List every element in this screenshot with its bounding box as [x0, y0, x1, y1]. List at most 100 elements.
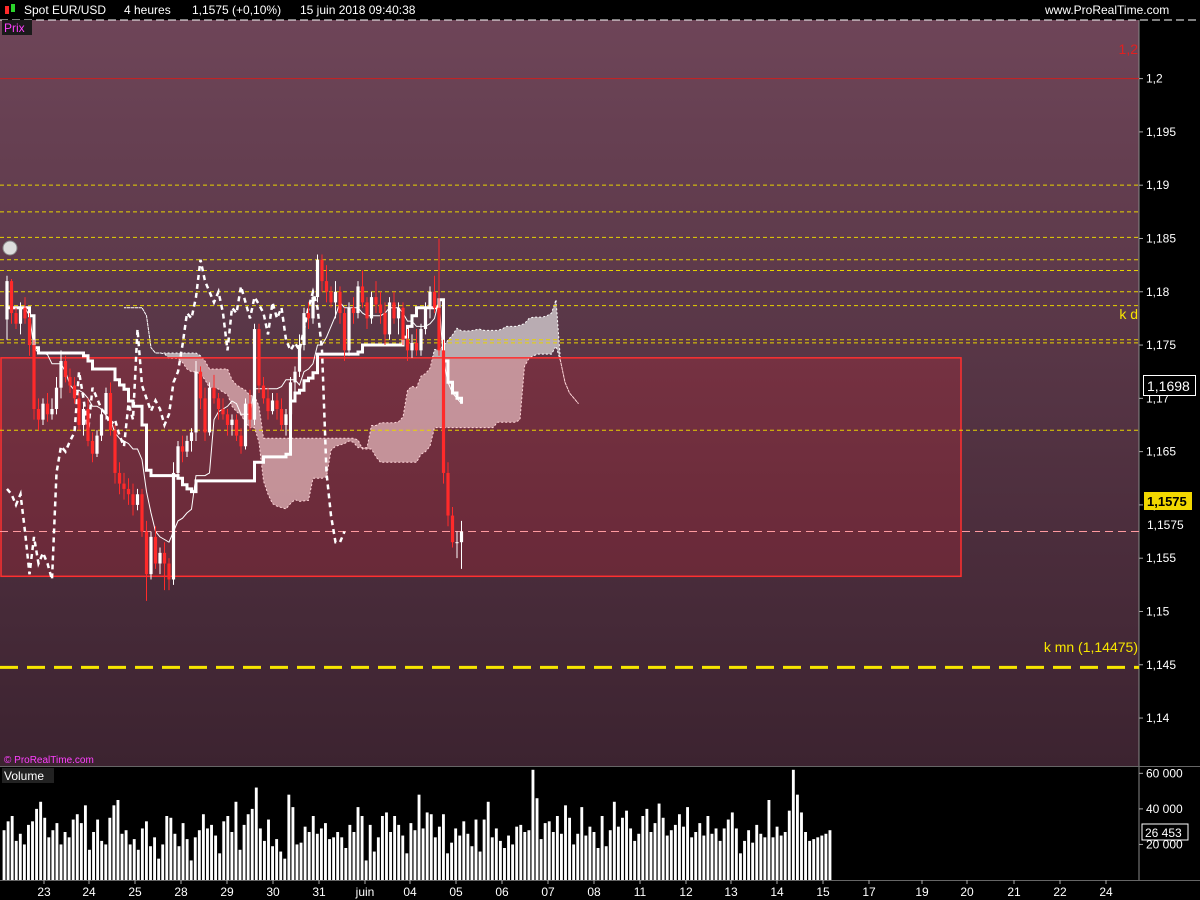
volume-bar	[177, 846, 181, 880]
candle-body	[158, 552, 162, 564]
time-tick-label: 06	[495, 885, 509, 899]
volume-bar	[568, 817, 572, 880]
candle-body	[117, 472, 122, 484]
candle-body	[126, 488, 131, 495]
candle-body	[86, 408, 90, 441]
volume-bar	[262, 840, 266, 880]
volume-bar	[629, 828, 633, 880]
candle-body	[288, 382, 293, 415]
volume-bar	[706, 816, 710, 880]
price-tick-label: 1,165	[1146, 445, 1176, 459]
volume-bar	[39, 801, 43, 880]
price-chart[interactable]: 1,21,1951,191,1851,181,1751,171,1651,161…	[0, 0, 1200, 900]
volume-bar	[661, 817, 665, 880]
price-tick-label: 1,185	[1146, 231, 1176, 245]
volume-bar	[360, 816, 364, 880]
candle-body	[99, 414, 104, 436]
volume-bar	[210, 824, 213, 880]
volume-bar	[739, 853, 742, 880]
volume-bar	[258, 828, 262, 880]
volume-bar	[181, 823, 185, 880]
volume-bar	[222, 821, 226, 880]
volume-bar	[246, 814, 250, 880]
volume-bar	[10, 816, 14, 880]
time-tick-label: 21	[1007, 885, 1021, 899]
volume-bar	[55, 823, 59, 880]
volume-bar	[303, 826, 307, 880]
volume-bar	[507, 835, 510, 880]
volume-bar	[771, 837, 775, 880]
time-tick-label: 14	[770, 885, 784, 899]
last-price-tag: 1,1575	[1144, 492, 1192, 510]
candle-body	[185, 440, 189, 452]
volume-bar	[494, 828, 498, 880]
price-tick-label: 1,155	[1146, 551, 1176, 565]
volume-bar	[608, 830, 612, 880]
svg-text:1,1575: 1,1575	[1147, 518, 1184, 532]
svg-text:1,1575: 1,1575	[1147, 494, 1187, 509]
volume-bar	[6, 821, 10, 880]
volume-bar	[14, 840, 18, 880]
volume-bar	[596, 848, 600, 880]
volume-bar	[425, 812, 429, 880]
volume-bar	[722, 828, 726, 880]
candle-body	[351, 307, 356, 314]
price-tick-label: 1,195	[1146, 125, 1176, 139]
volume-bar	[747, 830, 751, 880]
candle-body	[108, 393, 113, 431]
volume-bar	[637, 833, 641, 880]
volume-bar	[490, 837, 494, 880]
volume-bar	[539, 839, 543, 880]
candle-body	[23, 307, 27, 319]
volume-bar	[580, 807, 584, 880]
volume-bar	[527, 830, 531, 880]
volume-bar	[43, 817, 47, 880]
volume-bar	[226, 816, 230, 880]
candle-body	[320, 259, 324, 282]
candle-body	[144, 531, 149, 575]
candle-body	[324, 281, 329, 292]
volume-bar	[702, 835, 706, 880]
volume-bar	[560, 833, 563, 880]
volume-bar	[763, 837, 767, 880]
candle-body	[167, 563, 171, 580]
candle	[194, 361, 198, 441]
volume-bar	[189, 860, 193, 880]
candle-body	[279, 408, 284, 425]
volume-bar	[31, 821, 34, 880]
volume-bar	[393, 816, 397, 880]
volume-bar	[59, 844, 63, 880]
volume-bar	[140, 828, 144, 880]
candle-body	[419, 329, 423, 351]
volume-bar	[67, 837, 71, 880]
volume-bar	[100, 840, 104, 880]
candle-body	[68, 377, 72, 386]
candle-body	[221, 408, 225, 415]
time-tick-label: 04	[403, 885, 417, 899]
volume-bar	[503, 848, 506, 880]
candle-body	[383, 313, 387, 335]
volume-bar	[421, 828, 425, 880]
volume-bar	[519, 824, 523, 880]
volume-bar	[397, 824, 401, 880]
volume-bar	[804, 832, 807, 880]
volume-bar	[389, 832, 392, 880]
volume-bar	[307, 832, 311, 880]
volume-bar	[372, 851, 376, 880]
volume-bar	[734, 828, 738, 880]
candle-body	[131, 494, 135, 505]
volume-bar	[767, 800, 771, 880]
time-tick-label: 25	[128, 885, 142, 899]
volume-bar	[466, 833, 470, 880]
level-label-1-2: 1,2	[1119, 41, 1139, 57]
volume-bar	[791, 769, 795, 880]
volume-bar	[669, 830, 673, 880]
candle-body	[342, 313, 347, 351]
volume-bar	[462, 821, 466, 880]
candle-body	[212, 387, 216, 399]
volume-bar	[800, 812, 803, 880]
volume-bar	[22, 844, 26, 880]
svg-text:26 453: 26 453	[1145, 826, 1182, 840]
candle-body	[365, 302, 369, 319]
volume-bar	[185, 839, 189, 880]
